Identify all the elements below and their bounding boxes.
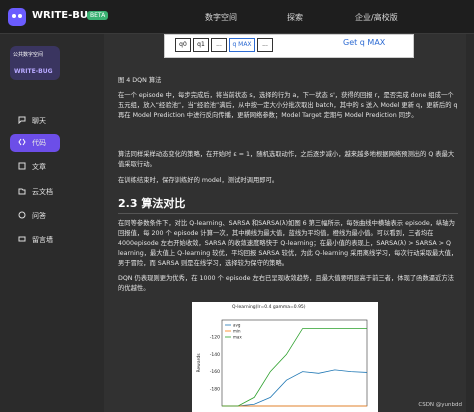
sidebar-item-cloud-docs[interactable]: 云文档	[10, 183, 60, 201]
sidebar-item-label: 云文档	[32, 188, 53, 196]
sidebar-item-chat[interactable]: 聊天	[10, 112, 60, 130]
sidebar-item-label: 留言墙	[32, 236, 53, 244]
legend-label-avg: avg	[233, 323, 241, 328]
sidebar-item-label: 问答	[32, 212, 46, 220]
question-icon	[18, 211, 26, 219]
write-bug-logo-icon[interactable]	[8, 8, 26, 26]
section-heading: 2.3 算法对比	[118, 197, 186, 210]
code-icon	[18, 138, 26, 146]
paragraph-dqn-result: DQN 仍表现则更为优秀，在 1000 个 episode 左右已呈现收敛趋势，…	[118, 275, 454, 292]
article-icon	[18, 162, 26, 170]
q-cell: q1	[193, 38, 209, 52]
y-tick-label: -180	[210, 386, 220, 392]
folder-icon	[18, 188, 26, 195]
paragraph-save-model: 在训练结束时，保存训练好的 model，测试时调用即可。	[118, 177, 279, 184]
y-tick-label: -160	[210, 369, 220, 375]
csdn-watermark: CSDN @yunbdd	[418, 402, 462, 408]
paragraph-epsilon-strategy: 算法同样采样动态变化的策略，在开始时 ε = 1，随机选取动作，之后逐步减小，越…	[118, 151, 455, 168]
chart-canvas: -120 -140 -160 -180 Rewards avgminmax	[196, 319, 368, 407]
nav-enterprise[interactable]: 企业/高校版	[355, 12, 398, 23]
nav-digital-space[interactable]: 数字空间	[205, 12, 237, 23]
paragraph-experience-replay: 在一个 episode 中，每步完成后，将当前状态 s，选择的行为 a，下一状态…	[118, 92, 458, 119]
space-brand: WRITE-BUG	[14, 68, 53, 75]
q-max-cell: q MAX	[229, 38, 255, 52]
sidebar-item-code[interactable]: 代码	[10, 134, 60, 152]
q-learning-chart: Q-learning(lr=0.4 gamma=0.95) -120 -140 -1…	[192, 302, 378, 412]
sidebar-item-qa[interactable]: 问答	[10, 207, 60, 225]
q-cell: q0	[175, 38, 191, 52]
public-space-card[interactable]: 公共数字空间 WRITE-BUG	[10, 46, 60, 80]
top-navigation-bar: WRITE-BUG BETA 数字空间 探索 企业/高校版	[0, 0, 474, 34]
figure-caption: 图 4 DQN 算法	[118, 77, 162, 84]
section-divider	[118, 213, 458, 214]
y-tick-label: -120	[210, 335, 220, 341]
article-content: q0 q1 ... q MAX ... Get q MAX 图 4 DQN 算法…	[104, 34, 466, 412]
sidebar-item-label: 文章	[32, 163, 46, 171]
sidebar-item-articles[interactable]: 文章	[10, 158, 60, 176]
sidebar-item-message-wall[interactable]: 留言墙	[10, 231, 60, 249]
legend-label-min: min	[233, 329, 241, 334]
q-cell: ...	[257, 38, 273, 52]
dqn-figure: q0 q1 ... q MAX ... Get q MAX	[164, 34, 414, 58]
chart-axes	[221, 319, 368, 407]
chat-icon	[18, 116, 26, 124]
y-axis-label: Rewards	[196, 353, 202, 373]
beta-badge: BETA	[87, 11, 109, 20]
y-tick-label: -140	[210, 352, 220, 358]
series-line-max	[222, 328, 367, 407]
paragraph-comparison: 在同等参数条件下，对比 Q-learning、SARSA 和SARSA(λ)如图…	[118, 220, 458, 267]
message-icon	[18, 236, 26, 242]
sidebar-item-label: 代码	[32, 139, 46, 147]
sidebar-item-label: 聊天	[32, 117, 46, 125]
legend-label-max: max	[233, 335, 242, 340]
q-cell: ...	[211, 38, 227, 52]
space-title: 公共数字空间	[13, 52, 44, 58]
series-line-avg	[222, 369, 368, 407]
left-sidebar: 公共数字空间 WRITE-BUG 聊天 代码 文章 云文档 问答 留言墙	[0, 34, 70, 412]
nav-explore[interactable]: 探索	[287, 12, 303, 23]
figure-label: Get q MAX	[343, 38, 386, 47]
